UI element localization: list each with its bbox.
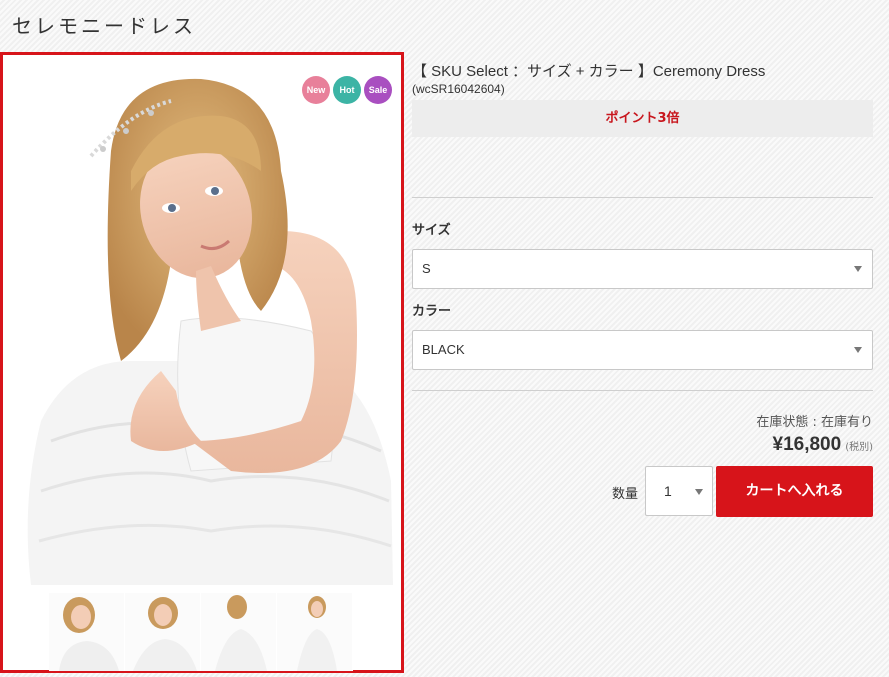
- divider: [412, 197, 873, 198]
- thumbnail-photo: [125, 593, 200, 671]
- product-title: 【 SKU Select ：サイズ + カラー 】Ceremony Dress: [412, 63, 766, 80]
- thumbnail-photo: [277, 593, 352, 671]
- size-select[interactable]: S: [412, 249, 873, 289]
- quantity-value: 1: [664, 483, 672, 499]
- stock-status: 在庫状態 : 在庫有り: [756, 415, 873, 430]
- thumbnail-2[interactable]: [125, 593, 201, 671]
- product-gallery: New Hot Sale: [0, 52, 404, 673]
- thumbnail-4[interactable]: [277, 593, 353, 671]
- thumbnail-photo: [201, 593, 276, 671]
- page-title: セレモニードレス: [12, 14, 196, 38]
- points-banner: ポイント3倍: [412, 100, 873, 137]
- badge-new: New: [302, 76, 330, 104]
- color-select-value: BLACK: [422, 342, 465, 357]
- main-product-image[interactable]: New Hot Sale: [11, 61, 393, 585]
- size-select-value: S: [422, 261, 431, 276]
- chevron-down-icon: [854, 266, 862, 272]
- quantity-select[interactable]: 1: [645, 466, 713, 516]
- quantity-label: 数量: [612, 487, 639, 502]
- price-amount: ¥16,800: [772, 434, 842, 455]
- divider: [412, 390, 873, 391]
- tax-note: (税別): [845, 442, 873, 453]
- color-select[interactable]: BLACK: [412, 330, 873, 370]
- color-label: カラー: [412, 304, 452, 319]
- badge-hot: Hot: [333, 76, 361, 104]
- thumbnail-photo: [49, 593, 124, 671]
- price-block: ¥16,800 (税別): [773, 434, 874, 456]
- add-to-cart-button[interactable]: カートへ入れる: [716, 466, 873, 517]
- chevron-down-icon: [854, 347, 862, 353]
- badge-sale: Sale: [364, 76, 392, 104]
- size-label: サイズ: [412, 223, 451, 238]
- thumbnail-1[interactable]: [49, 593, 125, 671]
- thumbnail-strip: [49, 593, 353, 671]
- girl-in-white-dress-photo: [27, 78, 393, 585]
- product-sku: (wcSR16042604): [412, 82, 505, 96]
- thumbnail-3[interactable]: [201, 593, 277, 671]
- chevron-down-icon: [695, 489, 703, 495]
